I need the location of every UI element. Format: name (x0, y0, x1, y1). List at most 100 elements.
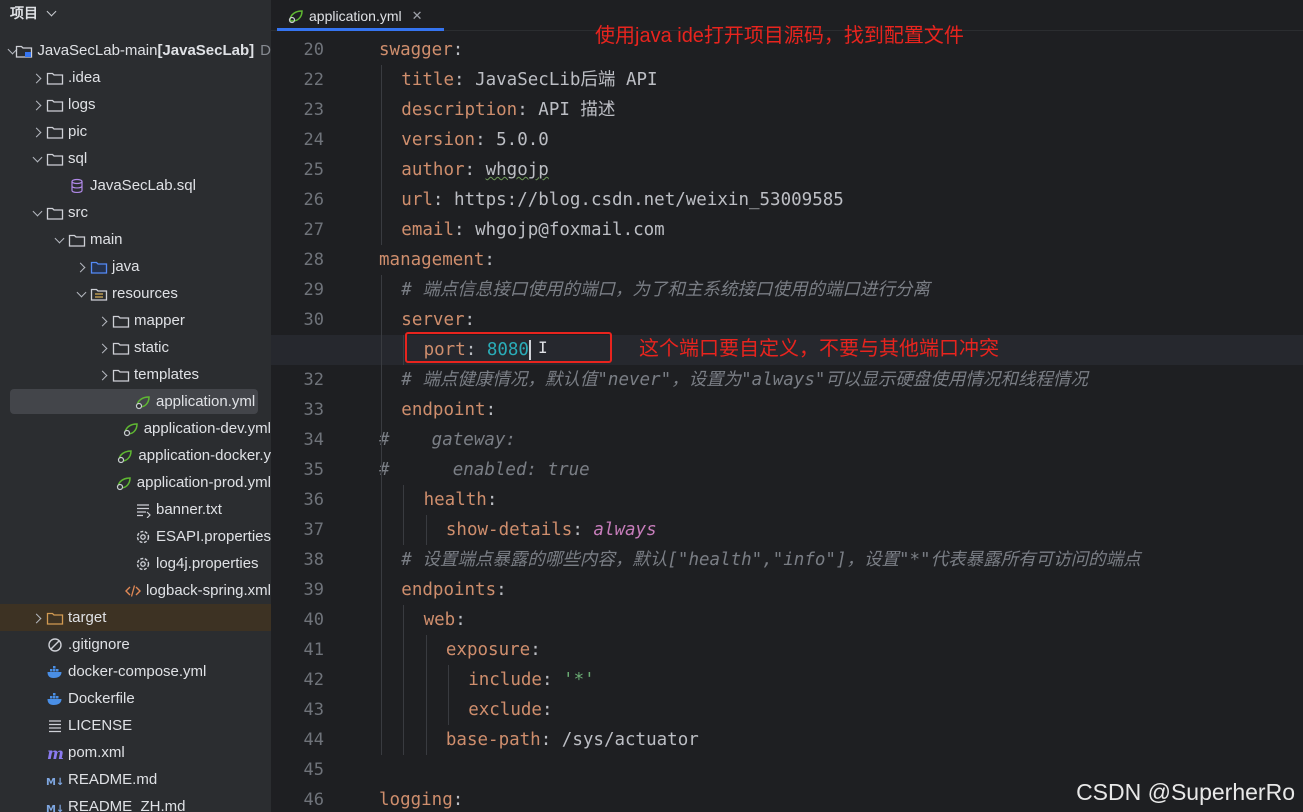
text-cursor-icon: I (538, 338, 548, 357)
tree-item-label: log4j.properties (156, 555, 259, 572)
code-line[interactable]: base-path: /sys/actuator (446, 725, 699, 755)
path-hint: D (260, 42, 271, 59)
tree-item-resources[interactable]: resources (0, 280, 271, 307)
tree-item-application-docker-y[interactable]: application-docker.y (0, 442, 271, 469)
tree-item-idea[interactable]: .idea (0, 64, 271, 91)
chevron-right-icon[interactable] (30, 610, 46, 626)
chevron-right-icon[interactable] (96, 313, 112, 329)
code-line[interactable]: endpoints: (401, 575, 506, 605)
tree-item-logs[interactable]: logs (0, 91, 271, 118)
tree-item-sql[interactable]: sql (0, 145, 271, 172)
code-line[interactable]: # 端点健康情况，默认值"never"，设置为"always"可以显示硬盘使用情… (401, 365, 1088, 395)
code-token: : (572, 520, 594, 540)
yaml-key: email (401, 220, 454, 240)
tree-item-dockerfile[interactable]: Dockerfile (0, 685, 271, 712)
folder-icon (46, 97, 64, 113)
tree-item-static[interactable]: static (0, 334, 271, 361)
tree-item-label: resources (112, 285, 178, 302)
chevron-right-icon[interactable] (30, 70, 46, 86)
chevron-down-icon[interactable] (5, 43, 15, 59)
indent-guide (425, 515, 427, 545)
tree-item-java[interactable]: java (0, 253, 271, 280)
code-token: : (432, 190, 454, 210)
tree-item-label: mapper (134, 312, 185, 329)
tree-item-application-dev-yml[interactable]: application-dev.yml (0, 415, 271, 442)
chevron-right-icon[interactable] (30, 97, 46, 113)
docker-icon (46, 691, 64, 707)
svg-text:M↓: M↓ (46, 777, 64, 788)
tree-item-banner-txt[interactable]: banner.txt (0, 496, 271, 523)
tree-item-esapi-properties[interactable]: ESAPI.properties (0, 523, 271, 550)
code-line[interactable]: exclude: (468, 695, 552, 725)
gear-icon (134, 529, 152, 545)
tree-item-mapper[interactable]: mapper (0, 307, 271, 334)
yaml-key: version (401, 130, 476, 150)
code-line[interactable]: endpoint: (401, 395, 496, 425)
chevron-right-icon[interactable] (30, 124, 46, 140)
code-line[interactable]: logging: (379, 785, 463, 812)
folder-icon (68, 232, 86, 248)
tree-item-pom-xml[interactable]: m pom.xml (0, 739, 271, 766)
tree-item-readme-md[interactable]: M↓ README.md (0, 766, 271, 793)
tree-item-application-prod-yml[interactable]: application-prod.yml (0, 469, 271, 496)
code-comment: # 设置端点暴露的哪些内容，默认["health","info"]，设置"*"代… (401, 550, 1141, 570)
code-line[interactable]: title: JavaSecLib后端 API (401, 65, 657, 95)
yaml-key: server (401, 310, 465, 330)
code-line[interactable]: exposure: (446, 635, 541, 665)
chevron-right-icon[interactable] (96, 340, 112, 356)
code-line[interactable]: include: '*' (468, 665, 594, 695)
chevron-down-icon[interactable] (74, 286, 90, 302)
code-line[interactable]: version: 5.0.0 (401, 125, 549, 155)
indent-guide (447, 665, 449, 725)
code-line[interactable]: description: API 描述 (401, 95, 615, 125)
chevron-right-icon[interactable] (74, 259, 90, 275)
line-number: 23 (303, 100, 324, 120)
tree-item-logback-spring-xml[interactable]: logback-spring.xml (0, 577, 271, 604)
tree-item-pic[interactable]: pic (0, 118, 271, 145)
code-line[interactable]: # 端点信息接口使用的端口，为了和主系统接口使用的端口进行分离 (401, 275, 930, 305)
code-token: : (496, 580, 507, 600)
chevron-down-icon[interactable] (52, 232, 68, 248)
code-line[interactable]: management: (379, 245, 495, 275)
tree-item-javaseclab-sql[interactable]: JavaSecLab.sql (0, 172, 271, 199)
line-number: 35 (303, 460, 324, 480)
code-token: : (540, 730, 562, 750)
close-icon[interactable]: ✕ (412, 8, 423, 24)
no-arrow (30, 637, 46, 653)
code-line[interactable]: author: whgojp (401, 155, 549, 185)
code-token: : (464, 310, 476, 330)
project-view-header[interactable]: 项目 (10, 4, 57, 22)
tree-item-javaseclab-main[interactable]: JavaSecLab-main [JavaSecLab] D (0, 37, 271, 64)
code-line[interactable]: email: whgojp@foxmail.com (401, 215, 664, 245)
tree-item-main[interactable]: main (0, 226, 271, 253)
code-line[interactable]: url: https://blog.csdn.net/weixin_530095… (401, 185, 844, 215)
indent-guide (403, 485, 405, 545)
tree-item-templates[interactable]: templates (0, 361, 271, 388)
code-line[interactable]: server: (401, 305, 475, 335)
watermark: CSDN @SuperherRo (1076, 779, 1295, 805)
tree-item-label: application-docker.y (138, 447, 271, 464)
code-line[interactable]: show-details: always (446, 515, 657, 545)
chevron-down-icon[interactable] (30, 205, 46, 221)
chevron-down-icon[interactable] (30, 151, 46, 167)
yaml-key: url (401, 190, 433, 210)
code-line[interactable]: # enabled: true (379, 455, 590, 485)
code-line[interactable]: web: (424, 605, 466, 635)
tree-item-src[interactable]: src (0, 199, 271, 226)
tree-item-application-yml[interactable]: application.yml (0, 388, 271, 415)
tree-item-label: .idea (68, 69, 101, 86)
tree-item-log4j-properties[interactable]: log4j.properties (0, 550, 271, 577)
tree-item-readme-zh-md[interactable]: M↓ README_ZH.md (0, 793, 271, 812)
tree-item-license[interactable]: LICENSE (0, 712, 271, 739)
code-line[interactable]: swagger: (379, 35, 463, 65)
code-line[interactable]: # 设置端点暴露的哪些内容，默认["health","info"]，设置"*"代… (401, 545, 1140, 575)
code-line[interactable]: health: (424, 485, 498, 515)
chevron-down-icon[interactable] (46, 6, 57, 16)
tree-item-docker-compose-yml[interactable]: docker-compose.yml (0, 658, 271, 685)
indent-guide (403, 605, 405, 755)
chevron-right-icon[interactable] (96, 367, 112, 383)
code-line[interactable]: # gateway: (379, 425, 516, 455)
tree-item-gitignore[interactable]: .gitignore (0, 631, 271, 658)
tree-item-target[interactable]: target (0, 604, 271, 631)
tab-application-yml[interactable]: application.yml ✕ (277, 0, 444, 31)
